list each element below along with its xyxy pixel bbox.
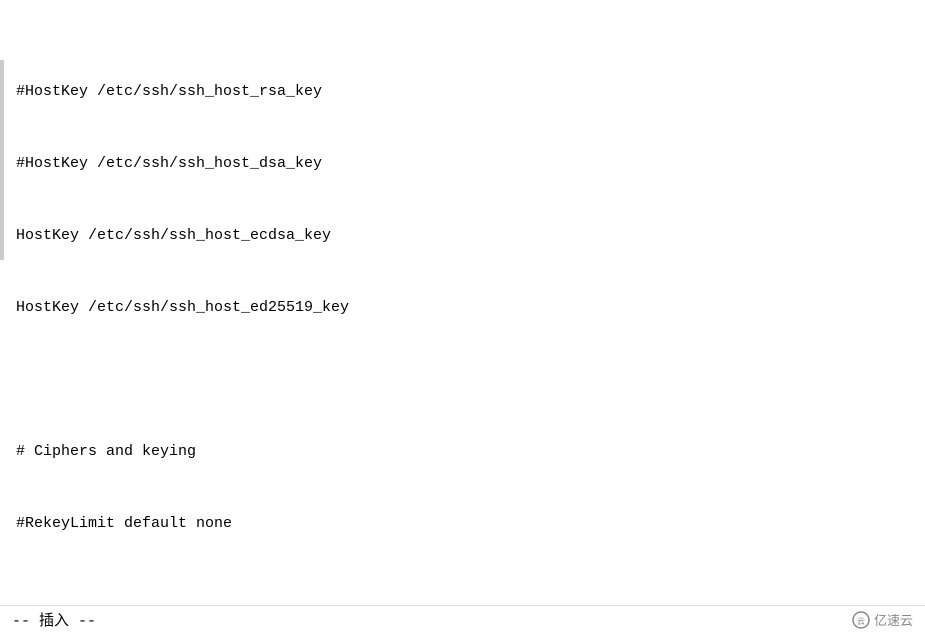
code-line-5 <box>12 368 925 392</box>
insert-mode-label: -- 插入 -- <box>12 609 96 630</box>
logo-icon: 云 <box>852 611 870 629</box>
svg-text:云: 云 <box>857 617 865 626</box>
code-line-4: HostKey /etc/ssh/ssh_host_ed25519_key <box>12 296 925 320</box>
bottom-bar: -- 插入 -- 云 亿速云 <box>0 605 925 633</box>
code-line-7: #RekeyLimit default none <box>12 512 925 536</box>
watermark-text: 亿速云 <box>874 610 913 629</box>
watermark-icon: 云 <box>852 611 870 629</box>
code-line-6: # Ciphers and keying <box>12 440 925 464</box>
code-area[interactable]: #HostKey /etc/ssh/ssh_host_rsa_key #Host… <box>0 0 925 633</box>
code-line-2: #HostKey /etc/ssh/ssh_host_dsa_key <box>12 152 925 176</box>
editor-container: #HostKey /etc/ssh/ssh_host_rsa_key #Host… <box>0 0 925 633</box>
code-line-3: HostKey /etc/ssh/ssh_host_ecdsa_key <box>12 224 925 248</box>
code-line-1: #HostKey /etc/ssh/ssh_host_rsa_key <box>12 80 925 104</box>
watermark: 云 亿速云 <box>852 610 913 629</box>
